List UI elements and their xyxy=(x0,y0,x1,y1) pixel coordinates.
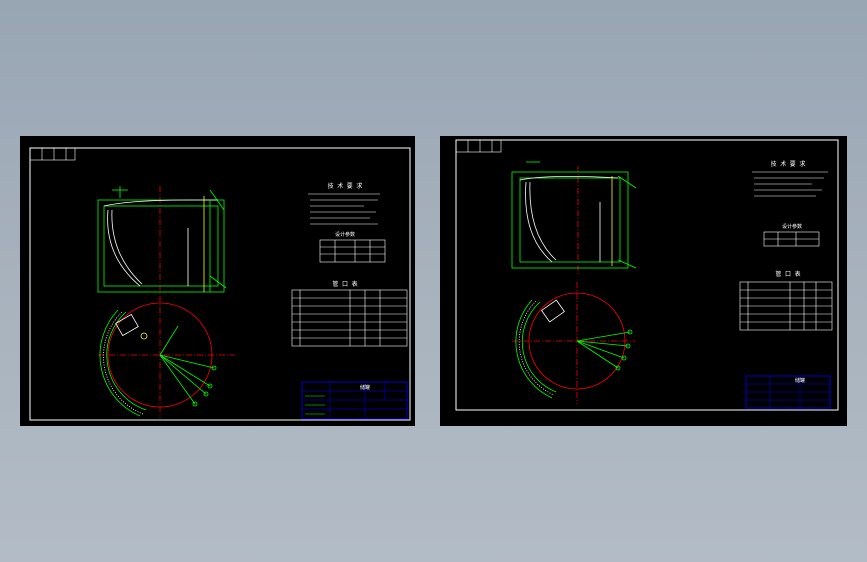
corner-stamp xyxy=(455,139,502,153)
corner-stamp xyxy=(29,147,76,161)
drawing-sheet-right[interactable]: 技 术 要 求 设计参数 管 口 表 储罐 xyxy=(440,136,847,426)
nozzle-table: 管 口 表 xyxy=(291,280,408,347)
nozzle-table: 管 口 表 xyxy=(739,270,833,331)
tank-plan-view xyxy=(512,282,635,404)
title-block: 储罐 xyxy=(745,375,831,409)
titleblock-name: 储罐 xyxy=(360,384,370,391)
small-table-title: 设计参数 xyxy=(335,231,355,238)
tank-plan-view xyxy=(98,296,235,418)
small-table-title: 设计参数 xyxy=(782,223,802,230)
cad-drawing-right: 技 术 要 求 设计参数 管 口 表 储罐 xyxy=(455,139,839,411)
technical-notes: 技 术 要 求 xyxy=(752,160,828,197)
technical-notes: 技 术 要 求 xyxy=(308,182,380,225)
nozzle-table-title: 管 口 表 xyxy=(775,270,800,278)
drawing-sheet-left[interactable]: 技 术 要 求 设计参数 管 口 表 储罐 xyxy=(20,136,415,426)
notes-title: 技 术 要 求 xyxy=(771,160,806,168)
tank-elevation-view xyxy=(97,186,227,296)
design-parameter-table: 设计参数 xyxy=(319,231,386,263)
tank-elevation-view xyxy=(511,161,637,276)
titleblock-name: 储罐 xyxy=(795,377,805,384)
design-parameter-table: 设计参数 xyxy=(763,223,820,247)
notes-title: 技 术 要 求 xyxy=(328,182,363,190)
nozzle-table-title: 管 口 表 xyxy=(332,280,357,288)
cad-drawing-left: 技 术 要 求 设计参数 管 口 表 储罐 xyxy=(29,147,411,421)
title-block: 储罐 xyxy=(301,381,408,420)
